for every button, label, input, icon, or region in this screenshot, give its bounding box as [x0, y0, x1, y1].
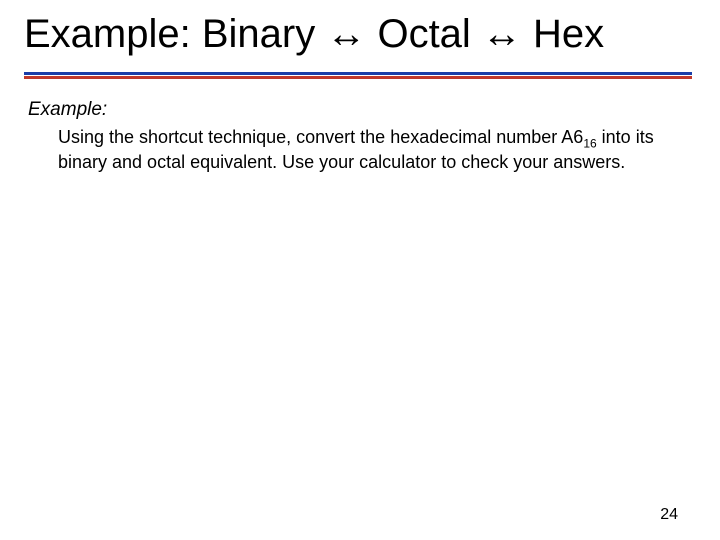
example-label: Example:	[28, 98, 692, 122]
slide: Example: Binary ↔ Octal ↔ Hex Example: U…	[0, 0, 720, 540]
slide-title: Example: Binary ↔ Octal ↔ Hex	[24, 12, 696, 57]
prompt-pre: Using the shortcut technique, convert th…	[58, 127, 583, 147]
title-underline	[24, 72, 692, 79]
example-prompt: Using the shortcut technique, convert th…	[58, 126, 692, 174]
page-number: 24	[660, 506, 678, 524]
prompt-subscript: 16	[583, 136, 596, 150]
body-text: Example: Using the shortcut technique, c…	[28, 98, 692, 174]
rule-red	[24, 76, 692, 79]
rule-blue	[24, 72, 692, 75]
